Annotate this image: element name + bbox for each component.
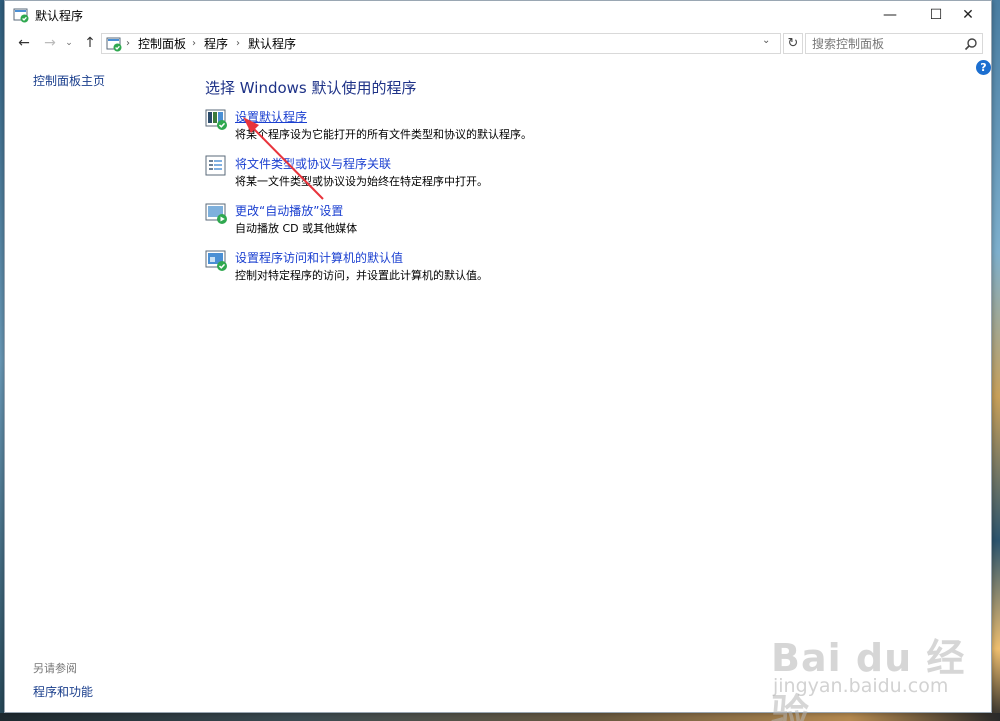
autoplay-settings-link[interactable]: 更改“自动播放”设置 [235,202,343,219]
set-default-programs-description: 将某个程序设为它能打开的所有文件类型和协议的默认程序。 [235,128,532,141]
close-button[interactable]: ✕ [945,1,991,29]
autoplay-settings-description: 自动播放 CD 或其他媒体 [235,222,358,235]
program-access-icon [205,250,227,271]
search-icon[interactable] [964,37,978,51]
program-access-link[interactable]: 设置程序访问和计算机的默认值 [235,249,403,266]
address-bar[interactable]: › 控制面板 › 程序 › 默认程序 ⌄ [101,33,781,54]
watermark-logo: Bai du 经验 [771,636,966,721]
search-box[interactable] [805,33,983,54]
task-autoplay: 更改“自动播放”设置 自动播放 CD 或其他媒体 [205,202,765,242]
task-set-default-programs: 设置默认程序 将某个程序设为它能打开的所有文件类型和协议的默认程序。 [205,108,765,148]
title-bar: 默认程序 — ☐ ✕ [5,1,991,29]
breadcrumb-separator: › [126,38,130,49]
baidu-watermark: Bai du 经验 jingyan.baidu.com [765,611,995,721]
breadcrumb-separator: › [192,38,196,49]
file-association-link[interactable]: 将文件类型或协议与程序关联 [235,155,391,172]
address-dropdown-icon[interactable]: ⌄ [762,35,770,46]
default-programs-icon [205,109,227,130]
search-input[interactable] [812,36,962,51]
file-association-description: 将某一文件类型或协议设为始终在特定程序中打开。 [235,175,488,188]
refresh-button[interactable]: ↻ [783,33,803,54]
help-icon[interactable]: ? [976,60,991,75]
watermark-url: jingyan.baidu.com [773,675,949,697]
back-button[interactable]: ← [15,33,33,53]
navigation-bar: ← → ⌄ ↑ › 控制面板 › 程序 › 默认程序 ⌄ ↻ [5,29,991,57]
breadcrumb-separator: › [236,38,240,49]
recent-locations-dropdown[interactable]: ⌄ [63,33,75,53]
sidebar-home-link[interactable]: 控制面板主页 [33,72,105,89]
task-file-association: 将文件类型或协议与程序关联 将某一文件类型或协议设为始终在特定程序中打开。 [205,155,765,195]
breadcrumb-control-panel[interactable]: 控制面板 [138,36,186,52]
minimize-button[interactable]: — [867,1,913,29]
window-title: 默认程序 [35,9,84,23]
default-programs-title-icon [13,8,29,23]
page-title: 选择 Windows 默认使用的程序 [205,79,417,97]
breadcrumb-default-programs[interactable]: 默认程序 [248,36,296,52]
breadcrumb-programs[interactable]: 程序 [204,36,228,52]
control-panel-window: 默认程序 — ☐ ✕ ← → ⌄ ↑ › 控制面板 › 程序 › 默认程序 ⌄ … [4,0,995,721]
file-association-icon [205,155,226,176]
task-program-access: 设置程序访问和计算机的默认值 控制对特定程序的访问，并设置此计算机的默认值。 [205,249,765,289]
control-panel-icon [106,37,122,52]
set-default-programs-link[interactable]: 设置默认程序 [235,108,307,125]
program-access-description: 控制对特定程序的访问，并设置此计算机的默认值。 [235,269,488,282]
up-button[interactable]: ↑ [81,33,99,53]
autoplay-icon [205,203,227,224]
see-also-label: 另请参阅 [33,662,77,675]
programs-and-features-link[interactable]: 程序和功能 [33,683,93,700]
forward-button[interactable]: → [41,33,59,53]
